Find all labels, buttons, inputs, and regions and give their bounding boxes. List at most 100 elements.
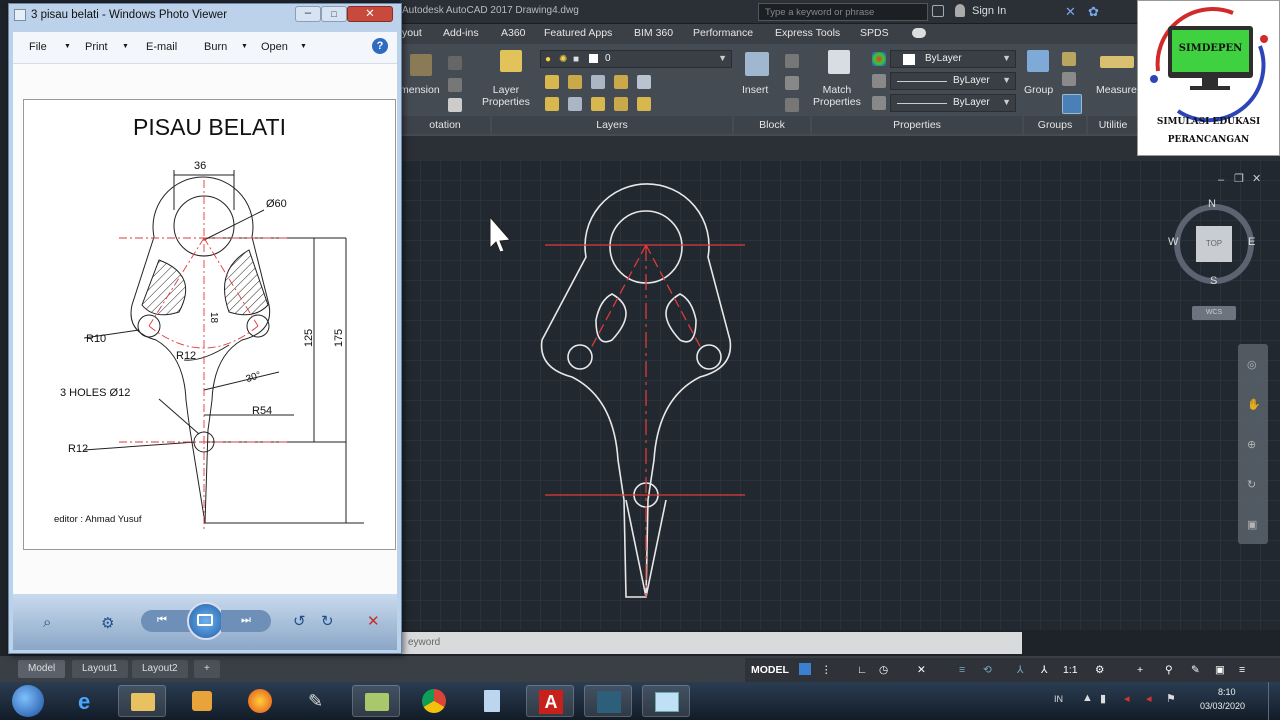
tab-bim-360[interactable]: BIM 360 <box>634 27 673 39</box>
menu-open[interactable]: Open <box>261 41 288 53</box>
taskbar-file-manager[interactable] <box>352 685 400 717</box>
layer-tool-icon[interactable] <box>568 97 582 111</box>
steering-wheel-icon[interactable]: ◎ <box>1247 358 1257 371</box>
attribute-icon[interactable] <box>785 98 799 112</box>
lineweight-dropdown[interactable]: ByLayer ▼ <box>890 94 1016 112</box>
show-desktop-button[interactable] <box>1268 682 1280 720</box>
ortho-icon[interactable]: ∟ <box>857 658 867 682</box>
minimize-viewport-icon[interactable]: – <box>1218 174 1224 186</box>
help-icon[interactable]: ? <box>372 38 388 54</box>
ungroup-icon[interactable] <box>1062 52 1076 66</box>
zoom-extents-icon[interactable]: ⊕ <box>1247 438 1256 451</box>
layer-tool-icon[interactable] <box>637 97 651 111</box>
delete-icon[interactable]: ✕ <box>367 612 380 630</box>
taskbar-photo-viewer[interactable] <box>642 685 690 717</box>
panel-title-groups[interactable]: Groups <box>1024 116 1086 134</box>
tab-featured-apps[interactable]: Featured Apps <box>544 27 612 39</box>
chevron-down-icon[interactable]: ▼ <box>300 43 307 50</box>
menu-email[interactable]: E-mail <box>146 41 177 53</box>
start-button[interactable] <box>12 685 44 717</box>
color-dropdown[interactable]: ByLayer ▼ <box>890 50 1016 68</box>
orbit-icon[interactable]: ↻ <box>1247 478 1256 491</box>
layer-dropdown[interactable]: ● ✺ ■ 0 ▼ <box>540 50 732 68</box>
leader-icon[interactable] <box>448 56 462 70</box>
tab-model[interactable]: Model <box>18 660 66 678</box>
taskbar-explorer[interactable] <box>118 685 166 717</box>
match-properties-button[interactable]: Match Properties <box>813 84 861 108</box>
command-input[interactable]: eyword <box>408 637 440 648</box>
minimize-button[interactable]: – <box>295 6 321 22</box>
lineweight-toggle-icon[interactable]: ≡ <box>959 658 965 682</box>
command-line[interactable]: eyword <box>400 632 1022 654</box>
isolate-objects-icon[interactable]: ⚲ <box>1165 658 1173 682</box>
hardware-acceleration-icon[interactable]: ✎ <box>1191 658 1200 682</box>
show-hidden-icons[interactable]: ▲ <box>1082 692 1093 704</box>
chevron-down-icon[interactable]: ▼ <box>64 43 71 50</box>
selection-cycling-icon[interactable]: ⟲ <box>983 658 992 682</box>
workspace-gear-icon[interactable]: ⚙ <box>1095 658 1104 682</box>
measure-button[interactable]: Measure <box>1096 84 1137 96</box>
taskbar-autocad[interactable]: A <box>526 685 574 717</box>
tab-layout1[interactable]: Layout1 <box>72 660 128 678</box>
taskbar-firefox[interactable] <box>236 685 284 717</box>
panel-title-properties[interactable]: Properties <box>812 116 1022 134</box>
grid-icon[interactable] <box>799 663 811 675</box>
taskbar-notepad[interactable] <box>468 685 516 717</box>
menu-burn[interactable]: Burn <box>204 41 227 53</box>
rotate-right-icon[interactable]: ↻ <box>321 612 334 630</box>
sign-in-link[interactable]: Sign In <box>972 5 1006 17</box>
binoculars-icon[interactable] <box>932 5 944 17</box>
linetype-dropdown[interactable]: ByLayer ▼ <box>890 72 1016 90</box>
compass-north[interactable]: N <box>1208 198 1216 210</box>
markup-icon[interactable] <box>448 98 462 112</box>
menu-file[interactable]: File <box>29 41 47 53</box>
search-input[interactable]: Type a keyword or phrase <box>765 7 874 18</box>
group-selection-icon[interactable] <box>1062 94 1082 114</box>
taskbar-chrome[interactable] <box>410 685 458 717</box>
tab-express-tools[interactable]: Express Tools <box>775 27 840 39</box>
new-layout-button[interactable]: + <box>194 660 220 678</box>
layer-tool-icon[interactable] <box>545 75 559 89</box>
a360-icon[interactable]: ✿ <box>1088 4 1099 20</box>
tab-layout[interactable]: yout <box>402 27 422 39</box>
insert-button[interactable]: Insert <box>742 84 768 96</box>
layer-tool-icon[interactable] <box>637 75 651 89</box>
layer-tool-icon[interactable] <box>614 97 628 111</box>
clock-date[interactable]: 03/03/2020 <box>1200 701 1245 711</box>
search-box[interactable]: Type a keyword or phrase <box>758 3 928 21</box>
group-edit-icon[interactable] <box>1062 72 1076 86</box>
dimension-label[interactable]: mension <box>400 84 440 96</box>
taskbar-internet-explorer[interactable]: e <box>64 685 112 717</box>
dimension-icon[interactable] <box>410 54 432 76</box>
osnap-icon[interactable]: ✕ <box>917 658 926 682</box>
network-icon[interactable]: ▮ <box>1100 692 1106 705</box>
ribbon-toggle-icon[interactable] <box>912 28 926 38</box>
group-icon[interactable] <box>1027 50 1049 72</box>
customization-icon[interactable]: ≡ <box>1239 658 1245 682</box>
volume-icon[interactable]: ◂ <box>1146 692 1152 705</box>
autoscale-icon[interactable]: ⅄ <box>1041 658 1047 682</box>
wcs-menu[interactable]: WCS <box>1192 306 1236 320</box>
menu-print[interactable]: Print <box>85 41 108 53</box>
language-indicator[interactable]: IN <box>1054 694 1063 704</box>
model-space-button[interactable]: MODEL <box>751 658 789 682</box>
table-icon[interactable] <box>448 78 462 92</box>
layer-tool-icon[interactable] <box>614 75 628 89</box>
panel-title-annotation[interactable]: otation <box>400 116 490 134</box>
group-button[interactable]: Group <box>1024 84 1053 96</box>
rotate-left-icon[interactable]: ↺ <box>293 612 306 630</box>
taskbar-app[interactable]: ✎ <box>294 685 342 717</box>
insert-block-icon[interactable] <box>745 52 769 76</box>
plus-icon[interactable]: + <box>1137 658 1143 682</box>
viewcube-top-face[interactable]: TOP <box>1196 226 1232 262</box>
flag-icon[interactable]: ⚑ <box>1166 692 1176 705</box>
create-block-icon[interactable] <box>785 54 799 68</box>
compass-south[interactable]: S <box>1210 275 1217 287</box>
layer-tool-icon[interactable] <box>568 75 582 89</box>
clock-time[interactable]: 8:10 <box>1218 687 1236 697</box>
polar-icon[interactable]: ◷ <box>879 658 888 682</box>
restore-viewport-icon[interactable]: ❐ <box>1234 172 1244 185</box>
annotation-visibility-icon[interactable]: ⅄ <box>1017 658 1023 682</box>
taskbar-presenter[interactable] <box>584 685 632 717</box>
compass-west[interactable]: W <box>1168 236 1178 248</box>
